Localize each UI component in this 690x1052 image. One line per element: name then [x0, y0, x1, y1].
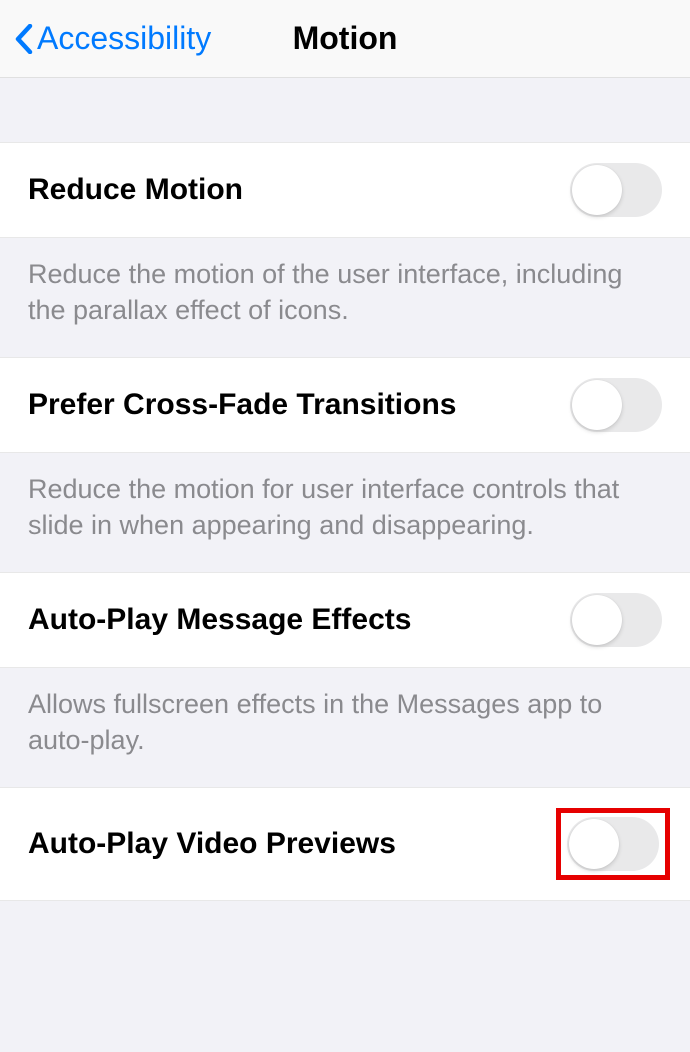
toggle-knob [569, 819, 619, 869]
reduce-motion-row[interactable]: Reduce Motion [0, 142, 690, 238]
cross-fade-description: Reduce the motion for user interface con… [0, 453, 690, 572]
cross-fade-toggle[interactable] [570, 378, 662, 432]
reduce-motion-toggle[interactable] [570, 163, 662, 217]
settings-content: Reduce Motion Reduce the motion of the u… [0, 78, 690, 901]
auto-play-video-toggle[interactable] [567, 817, 659, 871]
auto-play-video-label: Auto-Play Video Previews [28, 827, 396, 861]
auto-play-effects-description: Allows fullscreen effects in the Message… [0, 668, 690, 787]
spacer [0, 78, 690, 142]
auto-play-effects-row[interactable]: Auto-Play Message Effects [0, 572, 690, 668]
reduce-motion-label: Reduce Motion [28, 173, 243, 207]
auto-play-effects-toggle[interactable] [570, 593, 662, 647]
chevron-left-icon [15, 24, 33, 54]
auto-play-video-row[interactable]: Auto-Play Video Previews [0, 787, 690, 901]
cross-fade-row[interactable]: Prefer Cross-Fade Transitions [0, 357, 690, 453]
back-button[interactable]: Accessibility [0, 20, 211, 57]
toggle-knob [572, 595, 622, 645]
highlight-box [556, 808, 670, 880]
nav-header: Accessibility Motion [0, 0, 690, 78]
toggle-knob [572, 380, 622, 430]
back-label: Accessibility [37, 20, 211, 57]
cross-fade-label: Prefer Cross-Fade Transitions [28, 388, 456, 422]
page-title: Motion [293, 20, 398, 57]
auto-play-effects-label: Auto-Play Message Effects [28, 603, 411, 637]
toggle-knob [572, 165, 622, 215]
reduce-motion-description: Reduce the motion of the user interface,… [0, 238, 690, 357]
